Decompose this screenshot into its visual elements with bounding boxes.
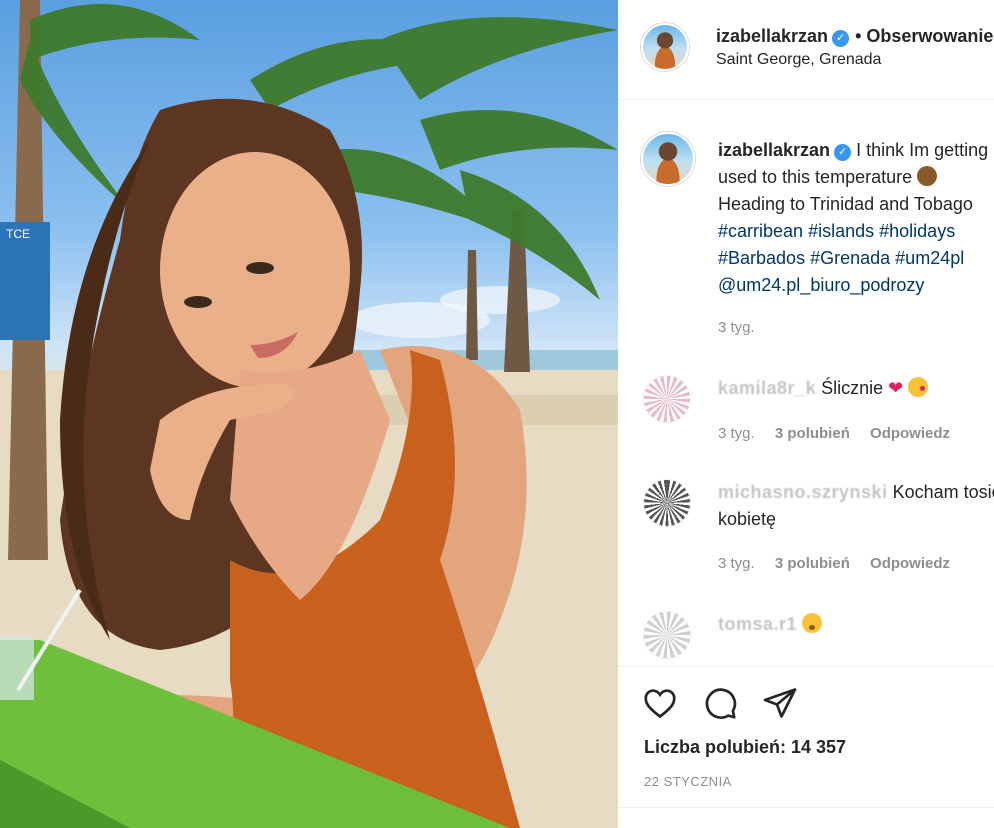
username-link[interactable]: izabellakrzan [716, 26, 828, 46]
comment-text: Ślicznie [821, 378, 884, 398]
hashtag-link[interactable]: #islands [808, 221, 874, 241]
post-header: izabellakrzan ✓ • Obserwowanie Saint Georg… [618, 0, 994, 100]
post-actions: Liczba polubień: 14 357 22 STYCZNIA [618, 666, 994, 828]
header-username-row: izabellakrzan ✓ • Obserwowanie [716, 26, 993, 47]
verified-badge-icon: ✓ [834, 144, 852, 161]
comment-timestamp[interactable]: 3 tyg. [718, 555, 755, 572]
commenter-username[interactable]: tomsa.r1 [718, 614, 797, 634]
monkey-emoji-icon [917, 166, 938, 186]
comments-section[interactable]: izabellakrzan ✓ I think Im getting used t… [618, 101, 994, 665]
hashtag-link[interactable]: #carribean [718, 221, 803, 241]
follow-button[interactable]: Obserwowanie [866, 26, 993, 46]
commenter-username[interactable]: kamila8r_k [718, 378, 816, 398]
caption-line2: used to this temperature [718, 167, 913, 187]
reply-button[interactable]: Odpowiedz [870, 425, 950, 442]
likes-count[interactable]: Liczba polubień: 14 357 [644, 737, 846, 758]
commenter-avatar[interactable] [643, 375, 691, 423]
comment-text-row: michasno.szrynski Kocham tosię kobietę [718, 479, 994, 533]
commenter-avatar[interactable] [643, 611, 691, 659]
heart-icon[interactable] [642, 685, 678, 721]
comment-likes-link[interactable]: 3 polubień [775, 555, 850, 572]
comment-meta: 3 tyg. 3 polubień Odpowiedz [718, 555, 966, 572]
post-date[interactable]: 22 STYCZNIA [644, 774, 732, 789]
hushed-face-emoji-icon [802, 613, 823, 633]
kiss-face-emoji-icon [908, 377, 929, 397]
post-photo[interactable]: TCE [0, 0, 618, 828]
commenter-username[interactable]: michasno.szrynski [718, 482, 888, 502]
verified-badge-icon: ✓ [832, 30, 850, 47]
caption-timestamp[interactable]: 3 tyg. [718, 319, 755, 336]
avatar[interactable] [643, 25, 687, 69]
comment-icon[interactable] [702, 685, 738, 721]
hashtag-link[interactable]: #Grenada [810, 248, 890, 268]
hashtag-link[interactable]: #Barbados [718, 248, 805, 268]
caption-username[interactable]: izabellakrzan [718, 140, 830, 160]
divider [618, 807, 994, 808]
caption-avatar[interactable] [643, 134, 693, 184]
comment-text-line2: kobietę [718, 509, 777, 529]
svg-text:TCE: TCE [6, 227, 30, 241]
hashtag-link[interactable]: #um24pl [895, 248, 964, 268]
red-heart-emoji-icon: ❤ [888, 378, 904, 398]
comment-timestamp[interactable]: 3 tyg. [718, 425, 755, 442]
hashtag-link[interactable]: #holidays [879, 221, 955, 241]
mention-link[interactable]: @um24.pl_biuro_podrozy [718, 272, 994, 299]
comment-likes-link[interactable]: 3 polubień [775, 425, 850, 442]
caption-text: izabellakrzan ✓ I think Im getting used t… [718, 137, 994, 299]
reply-button[interactable]: Odpowiedz [870, 555, 950, 572]
separator: • [855, 26, 862, 46]
beach-photo-illustration: TCE [0, 0, 618, 828]
post-side-panel: izabellakrzan ✓ • Obserwowanie Saint Georg… [618, 0, 994, 828]
caption-line3: Heading to Trinidad and Tobago [718, 194, 973, 214]
location-link[interactable]: Saint George, Grenada [716, 51, 881, 69]
caption-line1: I think Im getting [856, 140, 989, 160]
paper-plane-icon[interactable] [762, 685, 798, 721]
comment-meta: 3 tyg. 3 polubień Odpowiedz [718, 425, 966, 442]
comment-text: Kocham tosię [892, 482, 994, 502]
comment-text-row: kamila8r_k Ślicznie ❤ [718, 375, 994, 402]
commenter-avatar[interactable] [643, 479, 691, 527]
comment-text-row: tomsa.r1 [718, 611, 994, 638]
